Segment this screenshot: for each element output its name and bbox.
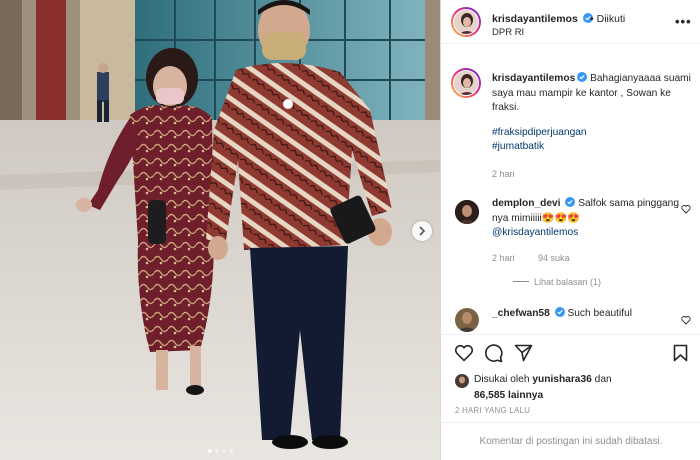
comment-avatar[interactable] — [455, 308, 479, 332]
comment-avatar[interactable] — [455, 200, 479, 224]
comment-username[interactable]: _chefwan58 — [492, 308, 550, 319]
carousel-dot — [214, 449, 219, 453]
chevron-right-icon — [419, 226, 426, 236]
follow-status[interactable]: • Diikuti — [590, 13, 625, 25]
comment-text: Such beautiful — [567, 308, 633, 319]
view-replies-button[interactable]: Lihat balasan (1) — [513, 277, 601, 287]
heart-icon[interactable] — [454, 344, 474, 362]
bookmark-icon[interactable] — [673, 344, 688, 362]
post-side-panel: krisdayantilemos • Diikuti DPR RI ••• kr… — [440, 0, 700, 460]
comments-list: krisdayantilemos Bahagianyaaaa suami say… — [441, 44, 700, 334]
hashtag-link[interactable]: #fraksipdiperjuangan — [492, 126, 692, 141]
carousel-dot — [207, 449, 212, 453]
post-date[interactable]: 2 HARI YANG LALU — [455, 406, 530, 415]
caption-avatar[interactable] — [451, 68, 481, 98]
comment-like-heart-icon[interactable] — [681, 204, 691, 214]
username-text[interactable]: krisdayantilemos — [492, 13, 578, 25]
replies-divider — [513, 281, 529, 282]
avatar[interactable] — [451, 7, 481, 37]
post-image — [0, 0, 440, 460]
comment-icon[interactable] — [484, 344, 503, 363]
location-link[interactable]: DPR RI — [492, 27, 524, 38]
comments-closed-notice: Komentar di postingan ini sudah dibatasi… — [441, 422, 700, 460]
hashtag-link[interactable]: #jumatbatik — [492, 140, 692, 155]
likes-prefix: Disukai oleh — [474, 374, 530, 385]
post-photo[interactable] — [0, 0, 440, 460]
follow-state-button[interactable]: Diikuti — [597, 13, 626, 25]
caption-time[interactable]: 2 hari — [492, 169, 515, 179]
comment-time[interactable]: 2 hari — [492, 253, 515, 263]
share-icon[interactable] — [514, 344, 533, 362]
verified-badge-icon — [554, 307, 565, 317]
caption: krisdayantilemos Bahagianyaaaa suami say… — [492, 72, 692, 155]
comment-emoji: 😍😍😍 — [541, 212, 580, 224]
comment-like-heart-icon[interactable] — [681, 315, 691, 325]
carousel-dots — [0, 449, 440, 453]
carousel-next-button[interactable] — [412, 221, 432, 241]
verified-badge-icon — [577, 72, 588, 82]
post-header: krisdayantilemos • Diikuti DPR RI ••• — [441, 0, 700, 44]
likes-count[interactable]: 86,585 — [474, 390, 505, 401]
carousel-dot — [221, 449, 226, 453]
caption-username[interactable]: krisdayantilemos — [492, 73, 575, 84]
comment-1: demplon_devi Salfok sama pinggang nya mi… — [492, 197, 692, 241]
carousel-dot — [228, 449, 233, 453]
view-replies-label[interactable]: Lihat balasan (1) — [534, 277, 601, 287]
likes-text: Disukai oleh yunishara36 dan 86,585 lain… — [474, 372, 684, 404]
separator: • — [590, 13, 594, 25]
comment-likes[interactable]: 94 suka — [538, 253, 570, 263]
comment-2: _chefwan58 Such beautiful — [492, 307, 692, 322]
post-actions — [441, 334, 700, 368]
comment-username[interactable]: demplon_devi — [492, 198, 561, 209]
header-username[interactable]: krisdayantilemos — [492, 13, 593, 25]
liker-avatar[interactable] — [455, 374, 469, 388]
more-dots-icon[interactable]: ••• — [675, 14, 692, 29]
likes-suffix[interactable]: lainnya — [508, 390, 543, 401]
liker-username[interactable]: yunishara36 — [532, 374, 591, 385]
mention-link[interactable]: @krisdayantilemos — [492, 226, 692, 241]
likes-middle: dan — [594, 374, 612, 385]
verified-badge-icon — [565, 197, 576, 207]
